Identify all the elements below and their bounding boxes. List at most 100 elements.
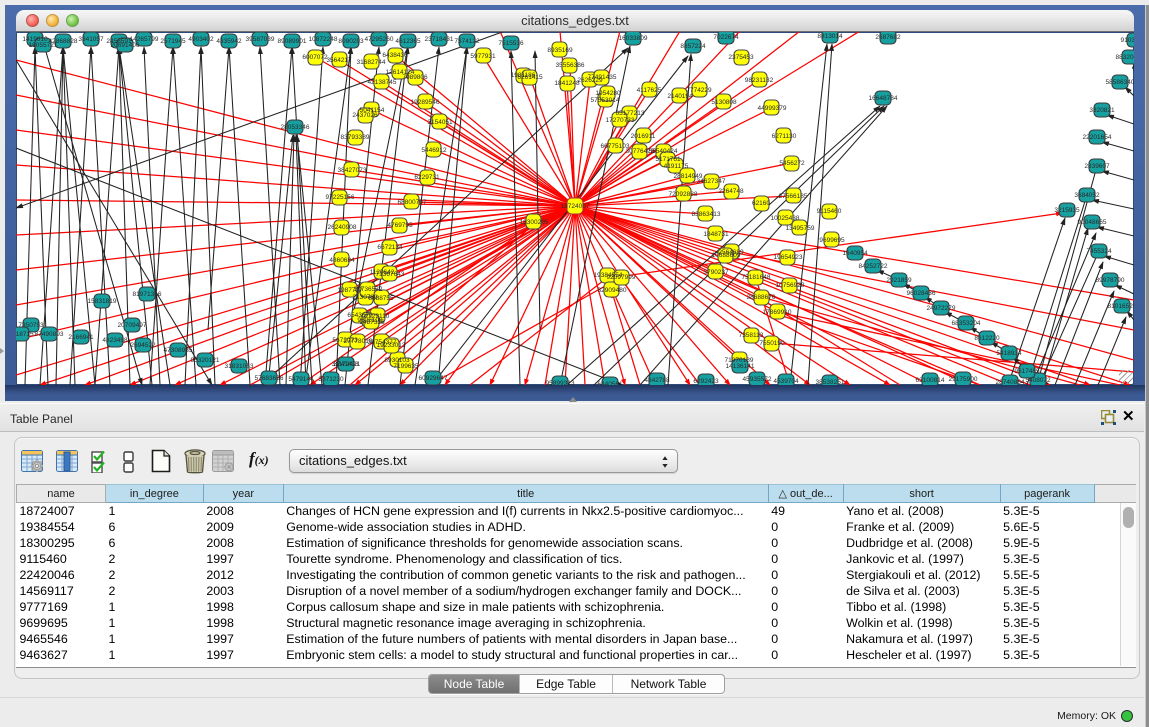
svg-text:16648784: 16648784 xyxy=(869,95,898,102)
svg-text:23718431: 23718431 xyxy=(425,36,454,43)
svg-text:88320463: 88320463 xyxy=(1116,54,1134,61)
svg-text:7455324: 7455324 xyxy=(1086,248,1112,255)
svg-text:5171761: 5171761 xyxy=(655,156,681,163)
svg-text:5418934: 5418934 xyxy=(996,350,1022,357)
svg-text:3341057: 3341057 xyxy=(78,36,104,43)
svg-text:4903402: 4903402 xyxy=(188,36,214,43)
svg-text:19654923: 19654923 xyxy=(774,254,803,261)
svg-text:57553014: 57553014 xyxy=(591,97,620,104)
svg-text:97225156: 97225156 xyxy=(326,194,355,201)
svg-text:2166941: 2166941 xyxy=(68,334,94,341)
svg-text:1848731: 1848731 xyxy=(703,231,729,238)
svg-text:28740864: 28740864 xyxy=(996,379,1025,385)
svg-text:4539704: 4539704 xyxy=(773,378,799,385)
svg-text:2016911: 2016911 xyxy=(631,133,656,140)
svg-text:22201654: 22201654 xyxy=(1083,134,1112,141)
svg-text:13495759: 13495759 xyxy=(786,225,815,232)
svg-text:5918715: 5918715 xyxy=(16,331,34,338)
svg-text:10872248: 10872248 xyxy=(309,36,338,43)
svg-text:10688609: 10688609 xyxy=(712,252,741,259)
svg-text:77491435: 77491435 xyxy=(588,74,617,81)
svg-text:4191175: 4191175 xyxy=(664,163,689,170)
svg-text:14136141: 14136141 xyxy=(726,363,755,370)
svg-text:83793389: 83793389 xyxy=(341,134,370,141)
svg-text:3320821: 3320821 xyxy=(1089,107,1115,114)
svg-text:96028436: 96028436 xyxy=(907,290,936,297)
svg-text:6261415: 6261415 xyxy=(517,74,543,81)
svg-text:4117625: 4117625 xyxy=(637,87,662,94)
svg-text:17869910: 17869910 xyxy=(763,309,792,316)
svg-text:84252722: 84252722 xyxy=(859,263,888,270)
svg-text:2687682: 2687682 xyxy=(875,34,901,41)
svg-text:68353204: 68353204 xyxy=(952,320,981,327)
svg-text:81016525: 81016525 xyxy=(1108,303,1134,310)
svg-text:95320121: 95320121 xyxy=(191,357,220,364)
svg-text:18300295: 18300295 xyxy=(520,219,549,226)
svg-text:5456272: 5456272 xyxy=(779,160,805,167)
svg-text:2921859: 2921859 xyxy=(886,277,912,284)
svg-text:45935572: 45935572 xyxy=(743,376,772,383)
svg-text:7550190: 7550190 xyxy=(759,340,785,347)
svg-text:38538251: 38538251 xyxy=(816,379,845,385)
svg-text:68800797: 68800797 xyxy=(398,199,427,206)
svg-text:7774229: 7774229 xyxy=(686,87,712,94)
svg-text:6292423: 6292423 xyxy=(693,378,719,385)
svg-text:44999379: 44999379 xyxy=(758,105,787,112)
svg-text:6672134: 6672134 xyxy=(377,244,403,251)
svg-text:16033809: 16033809 xyxy=(619,35,648,42)
svg-text:28053346: 28053346 xyxy=(281,124,310,131)
svg-text:6440561: 6440561 xyxy=(597,381,623,385)
svg-text:72092888: 72092888 xyxy=(669,191,698,198)
svg-text:6271130: 6271130 xyxy=(772,133,797,140)
svg-text:8813014: 8813014 xyxy=(817,33,843,40)
svg-text:98231132: 98231132 xyxy=(745,77,774,84)
svg-text:30776478: 30776478 xyxy=(626,148,655,155)
svg-text:7374122: 7374122 xyxy=(454,38,480,45)
svg-text:95899313: 95899313 xyxy=(546,380,575,385)
svg-text:81971316: 81971316 xyxy=(133,291,162,298)
svg-text:75181648: 75181648 xyxy=(742,274,771,281)
svg-text:90048665: 90048665 xyxy=(1078,219,1107,226)
svg-text:7515536: 7515536 xyxy=(498,40,524,47)
svg-text:9487336: 9487336 xyxy=(359,319,385,326)
svg-text:29175900: 29175900 xyxy=(949,376,978,383)
svg-text:9517485: 9517485 xyxy=(1014,368,1040,375)
svg-text:35556386: 35556386 xyxy=(556,62,585,69)
svg-text:83863413: 83863413 xyxy=(692,211,721,218)
svg-text:89089901: 89089901 xyxy=(278,38,307,45)
svg-text:18724007: 18724007 xyxy=(561,203,590,210)
svg-text:19736572: 19736572 xyxy=(354,286,383,293)
svg-text:7089806: 7089806 xyxy=(402,74,428,81)
svg-text:9699695: 9699695 xyxy=(819,237,845,244)
svg-text:5446912: 5446912 xyxy=(421,147,447,154)
svg-text:3564217: 3564217 xyxy=(326,57,352,64)
svg-text:18055721: 18055721 xyxy=(29,42,58,49)
svg-text:31682744: 31682744 xyxy=(357,59,386,66)
svg-text:58586340: 58586340 xyxy=(1106,79,1134,86)
svg-text:8612220: 8612220 xyxy=(974,335,1000,342)
svg-text:8688755: 8688755 xyxy=(368,295,394,302)
svg-text:3154051: 3154051 xyxy=(427,119,453,126)
svg-text:2571945: 2571945 xyxy=(160,38,186,45)
svg-text:3684052: 3684052 xyxy=(1074,192,1100,199)
svg-text:4823498: 4823498 xyxy=(102,337,128,344)
svg-text:6438436: 6438436 xyxy=(382,52,408,59)
svg-text:19289546: 19289546 xyxy=(411,99,440,106)
svg-text:31831063: 31831063 xyxy=(225,363,254,370)
svg-text:2694522: 2694522 xyxy=(130,342,156,349)
svg-text:20709497: 20709497 xyxy=(118,322,147,329)
svg-text:27778019: 27778019 xyxy=(344,338,373,345)
svg-text:19233013: 19233013 xyxy=(377,342,406,349)
svg-text:5130808: 5130808 xyxy=(711,99,737,106)
svg-text:27566185: 27566185 xyxy=(779,193,808,200)
svg-text:2437026: 2437026 xyxy=(352,112,378,119)
svg-text:2839607: 2839607 xyxy=(1084,163,1110,170)
svg-text:57683626: 57683626 xyxy=(255,375,284,382)
svg-text:7199635: 7199635 xyxy=(393,363,419,370)
svg-text:2375453: 2375453 xyxy=(728,54,754,61)
svg-text:47295260: 47295260 xyxy=(365,36,394,43)
svg-text:4842788: 4842788 xyxy=(644,377,670,384)
svg-text:65177213: 65177213 xyxy=(616,110,645,117)
svg-text:92097999: 92097999 xyxy=(607,274,636,281)
svg-text:39587039: 39587039 xyxy=(246,36,275,43)
